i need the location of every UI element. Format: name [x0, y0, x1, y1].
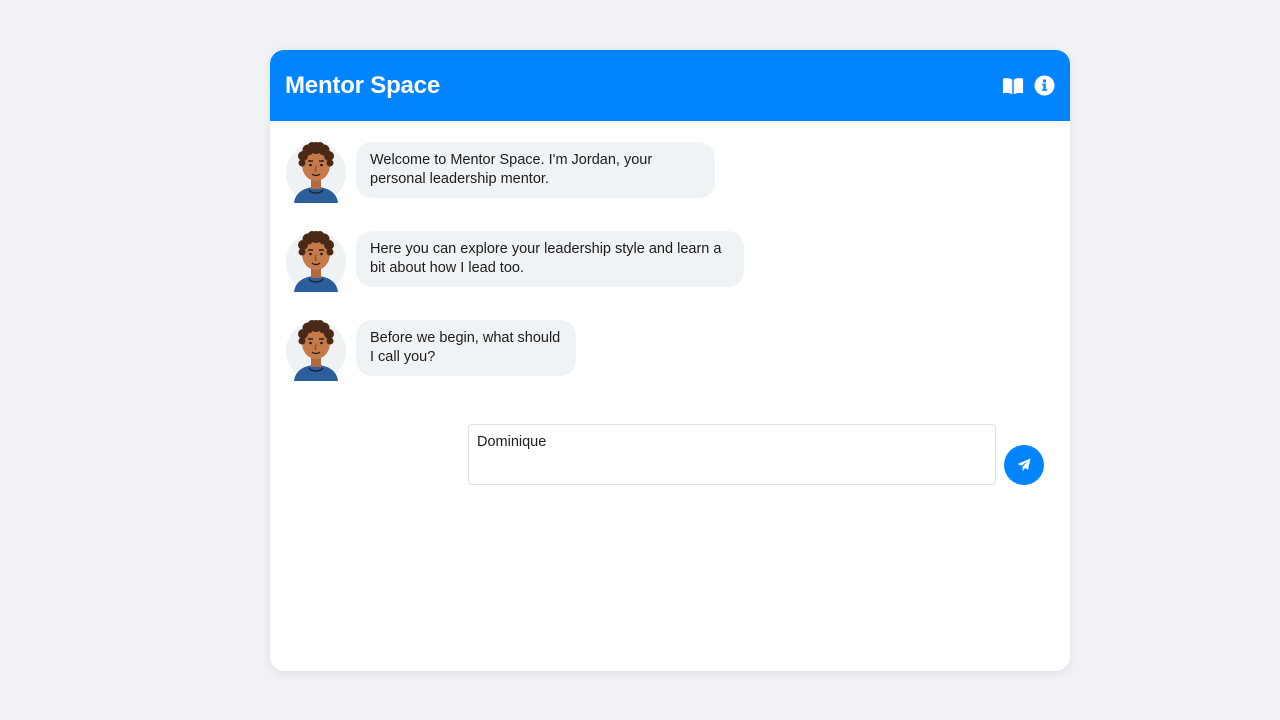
send-button[interactable] [1004, 445, 1044, 485]
mentor-avatar [286, 137, 346, 203]
app-header: Mentor Space [270, 50, 1070, 121]
chat-window: Mentor Space Welcome to Mentor Space. I'… [270, 50, 1070, 671]
header-actions [1002, 75, 1055, 97]
message-bubble: Before we begin, what should I call you? [356, 320, 576, 376]
chat-body: Welcome to Mentor Space. I'm Jordan, you… [270, 121, 1070, 485]
message-bubble: Welcome to Mentor Space. I'm Jordan, you… [356, 142, 715, 198]
book-icon[interactable] [1002, 75, 1024, 97]
message-bubble: Here you can explore your leadership sty… [356, 231, 744, 287]
reply-composer: Dominique [468, 424, 1044, 485]
message-row: Welcome to Mentor Space. I'm Jordan, you… [286, 137, 1054, 203]
paper-plane-icon [1017, 458, 1031, 472]
message-row: Before we begin, what should I call you? [286, 315, 1054, 381]
app-title: Mentor Space [285, 71, 440, 99]
mentor-avatar [286, 226, 346, 292]
message-row: Here you can explore your leadership sty… [286, 226, 1054, 292]
reply-input[interactable]: Dominique [468, 424, 996, 485]
info-icon[interactable] [1033, 75, 1055, 97]
mentor-avatar [286, 315, 346, 381]
